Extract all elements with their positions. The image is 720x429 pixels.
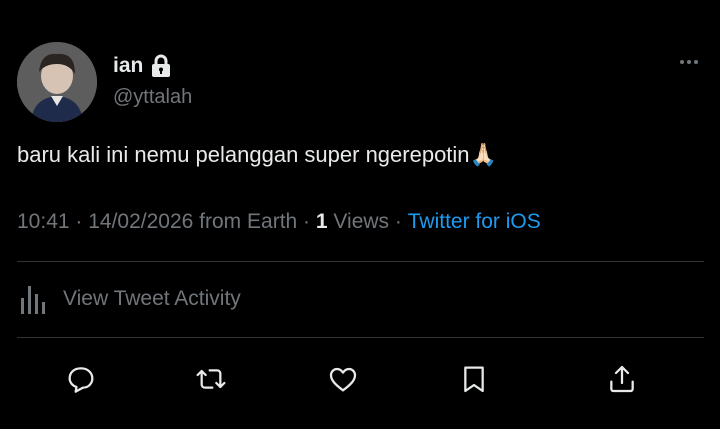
meta-separator: ·	[297, 210, 316, 233]
like-icon	[329, 367, 357, 392]
avatar-photo	[17, 42, 97, 122]
user-handle[interactable]: @yttalah	[113, 86, 192, 109]
divider	[17, 261, 704, 262]
view-tweet-activity[interactable]: View Tweet Activity	[17, 282, 241, 316]
reply-button[interactable]	[64, 362, 98, 396]
bookmark-button[interactable]	[457, 362, 491, 396]
tweet-time[interactable]: 10:41	[17, 210, 70, 234]
view-tweet-activity-label: View Tweet Activity	[63, 287, 241, 310]
bookmark-icon	[464, 366, 484, 393]
retweet-button[interactable]	[194, 362, 228, 396]
display-name[interactable]: ian	[113, 54, 143, 78]
name-row: ian	[113, 54, 171, 78]
views-count: 1	[315, 210, 328, 233]
share-button[interactable]	[605, 362, 639, 396]
lock-icon	[151, 54, 171, 78]
reply-icon	[68, 367, 94, 393]
tweet-source-link[interactable]: Twitter for iOS	[408, 210, 541, 234]
meta-separator: ·	[69, 210, 89, 233]
avatar[interactable]	[17, 42, 97, 122]
tweet-text: baru kali ini nemu pelanggan super ngere…	[17, 142, 497, 168]
tweet-text-body: baru kali ini nemu pelanggan super ngere…	[17, 142, 470, 167]
retweet-icon	[196, 369, 226, 389]
share-icon	[610, 365, 634, 393]
views-label: Views	[327, 210, 390, 233]
more-options-icon[interactable]	[680, 60, 698, 64]
bar-chart-icon	[21, 286, 45, 314]
praying-hands-emoji: 🙏🏻	[469, 142, 497, 167]
divider	[17, 337, 704, 338]
tweet-meta: 10:41 · 14/02/2026 from Earth · 1 Views …	[17, 210, 541, 234]
tweet-location: from Earth	[193, 210, 298, 233]
meta-separator: ·	[389, 210, 408, 233]
like-button[interactable]	[326, 362, 360, 396]
tweet-date[interactable]: 14/02/2026	[88, 210, 193, 234]
